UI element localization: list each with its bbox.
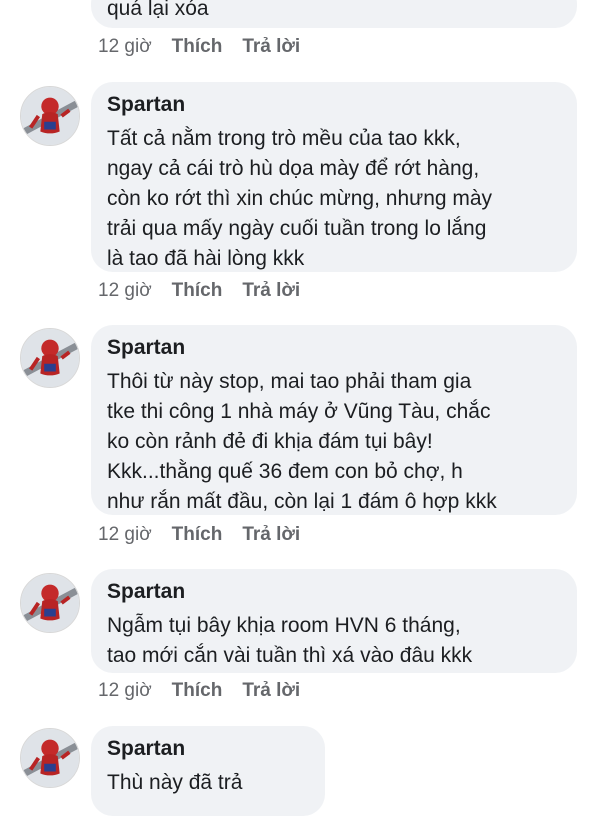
comment-bubble: Spartan Thù này đã trả <box>91 726 325 816</box>
comment-author[interactable]: Spartan <box>107 335 561 361</box>
reply-button[interactable]: Trả lời <box>242 280 300 302</box>
spiderman-avatar-icon <box>21 87 79 145</box>
comment-actions: 12 giờ Thích Trả lời <box>98 680 300 702</box>
comment-author[interactable]: Spartan <box>107 92 561 118</box>
avatar[interactable] <box>20 86 80 146</box>
comment-time: 12 giờ <box>98 280 152 301</box>
comment-text: Thôi từ này stop, mai tao phải tham gia … <box>107 370 497 513</box>
comment-text: Tất cả nằm trong trò mều của tao kkk, ng… <box>107 127 493 270</box>
reply-button[interactable]: Trả lời <box>242 680 300 702</box>
comment-bubble: Spartan Tất cả nằm trong trò mều của tao… <box>91 82 577 272</box>
comment-author[interactable]: Spartan <box>107 579 561 605</box>
comment-text: Thù này đã trả <box>107 771 243 794</box>
like-button[interactable]: Thích <box>172 524 223 546</box>
like-button[interactable]: Thích <box>172 280 223 302</box>
avatar[interactable] <box>20 728 80 788</box>
comment-time: 12 giờ <box>98 680 152 701</box>
comment-actions: 12 giờ Thích Trả lời <box>98 36 300 58</box>
avatar[interactable] <box>20 328 80 388</box>
comment-time: 12 giờ <box>98 36 152 57</box>
comment-actions: 12 giờ Thích Trả lời <box>98 280 300 302</box>
comment-author[interactable]: Spartan <box>107 736 309 762</box>
reply-button[interactable]: Trả lời <box>242 36 300 58</box>
comment-bubble: Spartan Ngẫm tụi bây khịa room HVN 6 thá… <box>91 569 577 673</box>
spiderman-avatar-icon <box>21 574 79 632</box>
spiderman-avatar-icon <box>21 729 79 787</box>
spiderman-avatar-icon <box>21 329 79 387</box>
like-button[interactable]: Thích <box>172 36 223 58</box>
comment-bubble-top: quá lại xóa <box>91 0 577 28</box>
comment-bubble: Spartan Thôi từ này stop, mai tao phải t… <box>91 325 577 515</box>
avatar[interactable] <box>20 573 80 633</box>
comment-actions: 12 giờ Thích Trả lời <box>98 524 300 546</box>
comment-text: quá lại xóa <box>107 0 209 20</box>
like-button[interactable]: Thích <box>172 680 223 702</box>
comment-text: Ngẫm tụi bây khịa room HVN 6 tháng, tao … <box>107 614 473 667</box>
comment-time: 12 giờ <box>98 524 152 545</box>
reply-button[interactable]: Trả lời <box>242 524 300 546</box>
